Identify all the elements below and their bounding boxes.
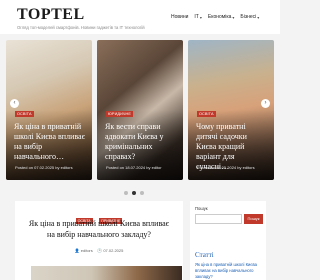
chevron-right-icon[interactable]: ›	[261, 99, 270, 108]
category-badge[interactable]: ЮРИДИЧНЕ	[106, 111, 134, 117]
nav-item-it[interactable]: IT ▾	[194, 14, 201, 20]
slide-meta: Posted on 18.07.2024 by editor	[106, 165, 162, 170]
slider-dot-active[interactable]	[132, 191, 136, 195]
category-badge[interactable]: ОСВІТА	[197, 111, 216, 117]
nav-item-label: Новини	[171, 14, 189, 20]
search-button[interactable]: Пошук	[244, 214, 263, 224]
post-image[interactable]	[31, 266, 182, 280]
post-author[interactable]: editors	[81, 248, 93, 253]
sidebar-section-title: Статті	[195, 251, 214, 259]
nav-item-news[interactable]: Новини	[171, 14, 188, 20]
slide-meta: Posted on 07.02.2025 by editors	[15, 165, 73, 170]
site-tagline: Огляд топ-моделей смартфонів. Новини гад…	[17, 25, 145, 30]
sidebar-article-link[interactable]: впливає на вибір навчального	[195, 268, 254, 273]
nav-item-label: IT	[194, 14, 199, 20]
site-header: TOPTEL Огляд топ-моделей смартфонів. Нов…	[0, 0, 280, 34]
slider-dot[interactable]	[124, 191, 128, 195]
slide-card[interactable]: ЮРИДИЧНЕ Як вести справи адвокати Києва …	[97, 40, 183, 180]
slide-card[interactable]: ОСВІТА Як ціна в приватній школі Києва в…	[6, 40, 92, 180]
slider-dots	[124, 191, 144, 195]
user-icon: 👤	[74, 248, 80, 253]
chevron-down-icon: ▾	[199, 14, 202, 20]
featured-slider: ОСВІТА Як ціна в приватній школі Києва в…	[0, 40, 280, 180]
slide-title[interactable]: Як ціна в приватній школі Києва впливає …	[14, 122, 86, 162]
slide-title[interactable]: Як вести справи адвокати Києва у криміна…	[105, 122, 177, 162]
search-input[interactable]	[195, 214, 242, 224]
nav-item-economy[interactable]: Економіка ▾	[208, 14, 235, 20]
slide-meta: Posted on 28.05.2024 by editors	[197, 165, 255, 170]
category-badge[interactable]: ОСВІТА	[15, 111, 34, 117]
slide-card[interactable]: ОСВІТА Чому приватні дитячі садочки Києв…	[188, 40, 274, 180]
post-meta: 👤 editors 🕒 07.02.2025	[15, 248, 183, 253]
search-label: Пошук	[195, 206, 208, 211]
slider-dot[interactable]	[140, 191, 144, 195]
calendar-icon: 🕒	[97, 248, 103, 253]
post-title[interactable]: Як ціна в приватній школі Києва впливає …	[27, 218, 171, 240]
nav-item-label: Економіка	[207, 14, 232, 20]
site-logo[interactable]: TOPTEL	[17, 6, 85, 24]
main-nav: Новини IT ▾ Економіка ▾ Бізнесі ▾	[171, 14, 265, 20]
chevron-down-icon: ▾	[257, 14, 260, 20]
chevron-down-icon: ▾	[232, 14, 235, 20]
sidebar: Пошук Пошук Статті Як ціна в приватній ш…	[190, 201, 266, 280]
nav-item-label: Бізнесі	[240, 14, 257, 20]
nav-item-business[interactable]: Бізнесі ▾	[240, 14, 259, 20]
chevron-left-icon[interactable]: ‹	[10, 99, 19, 108]
sidebar-article-link[interactable]: закладу?	[195, 274, 213, 279]
sidebar-article-link[interactable]: Як ціна в приватній школі Києва	[195, 262, 257, 267]
post-date: 07.02.2025	[103, 248, 124, 253]
